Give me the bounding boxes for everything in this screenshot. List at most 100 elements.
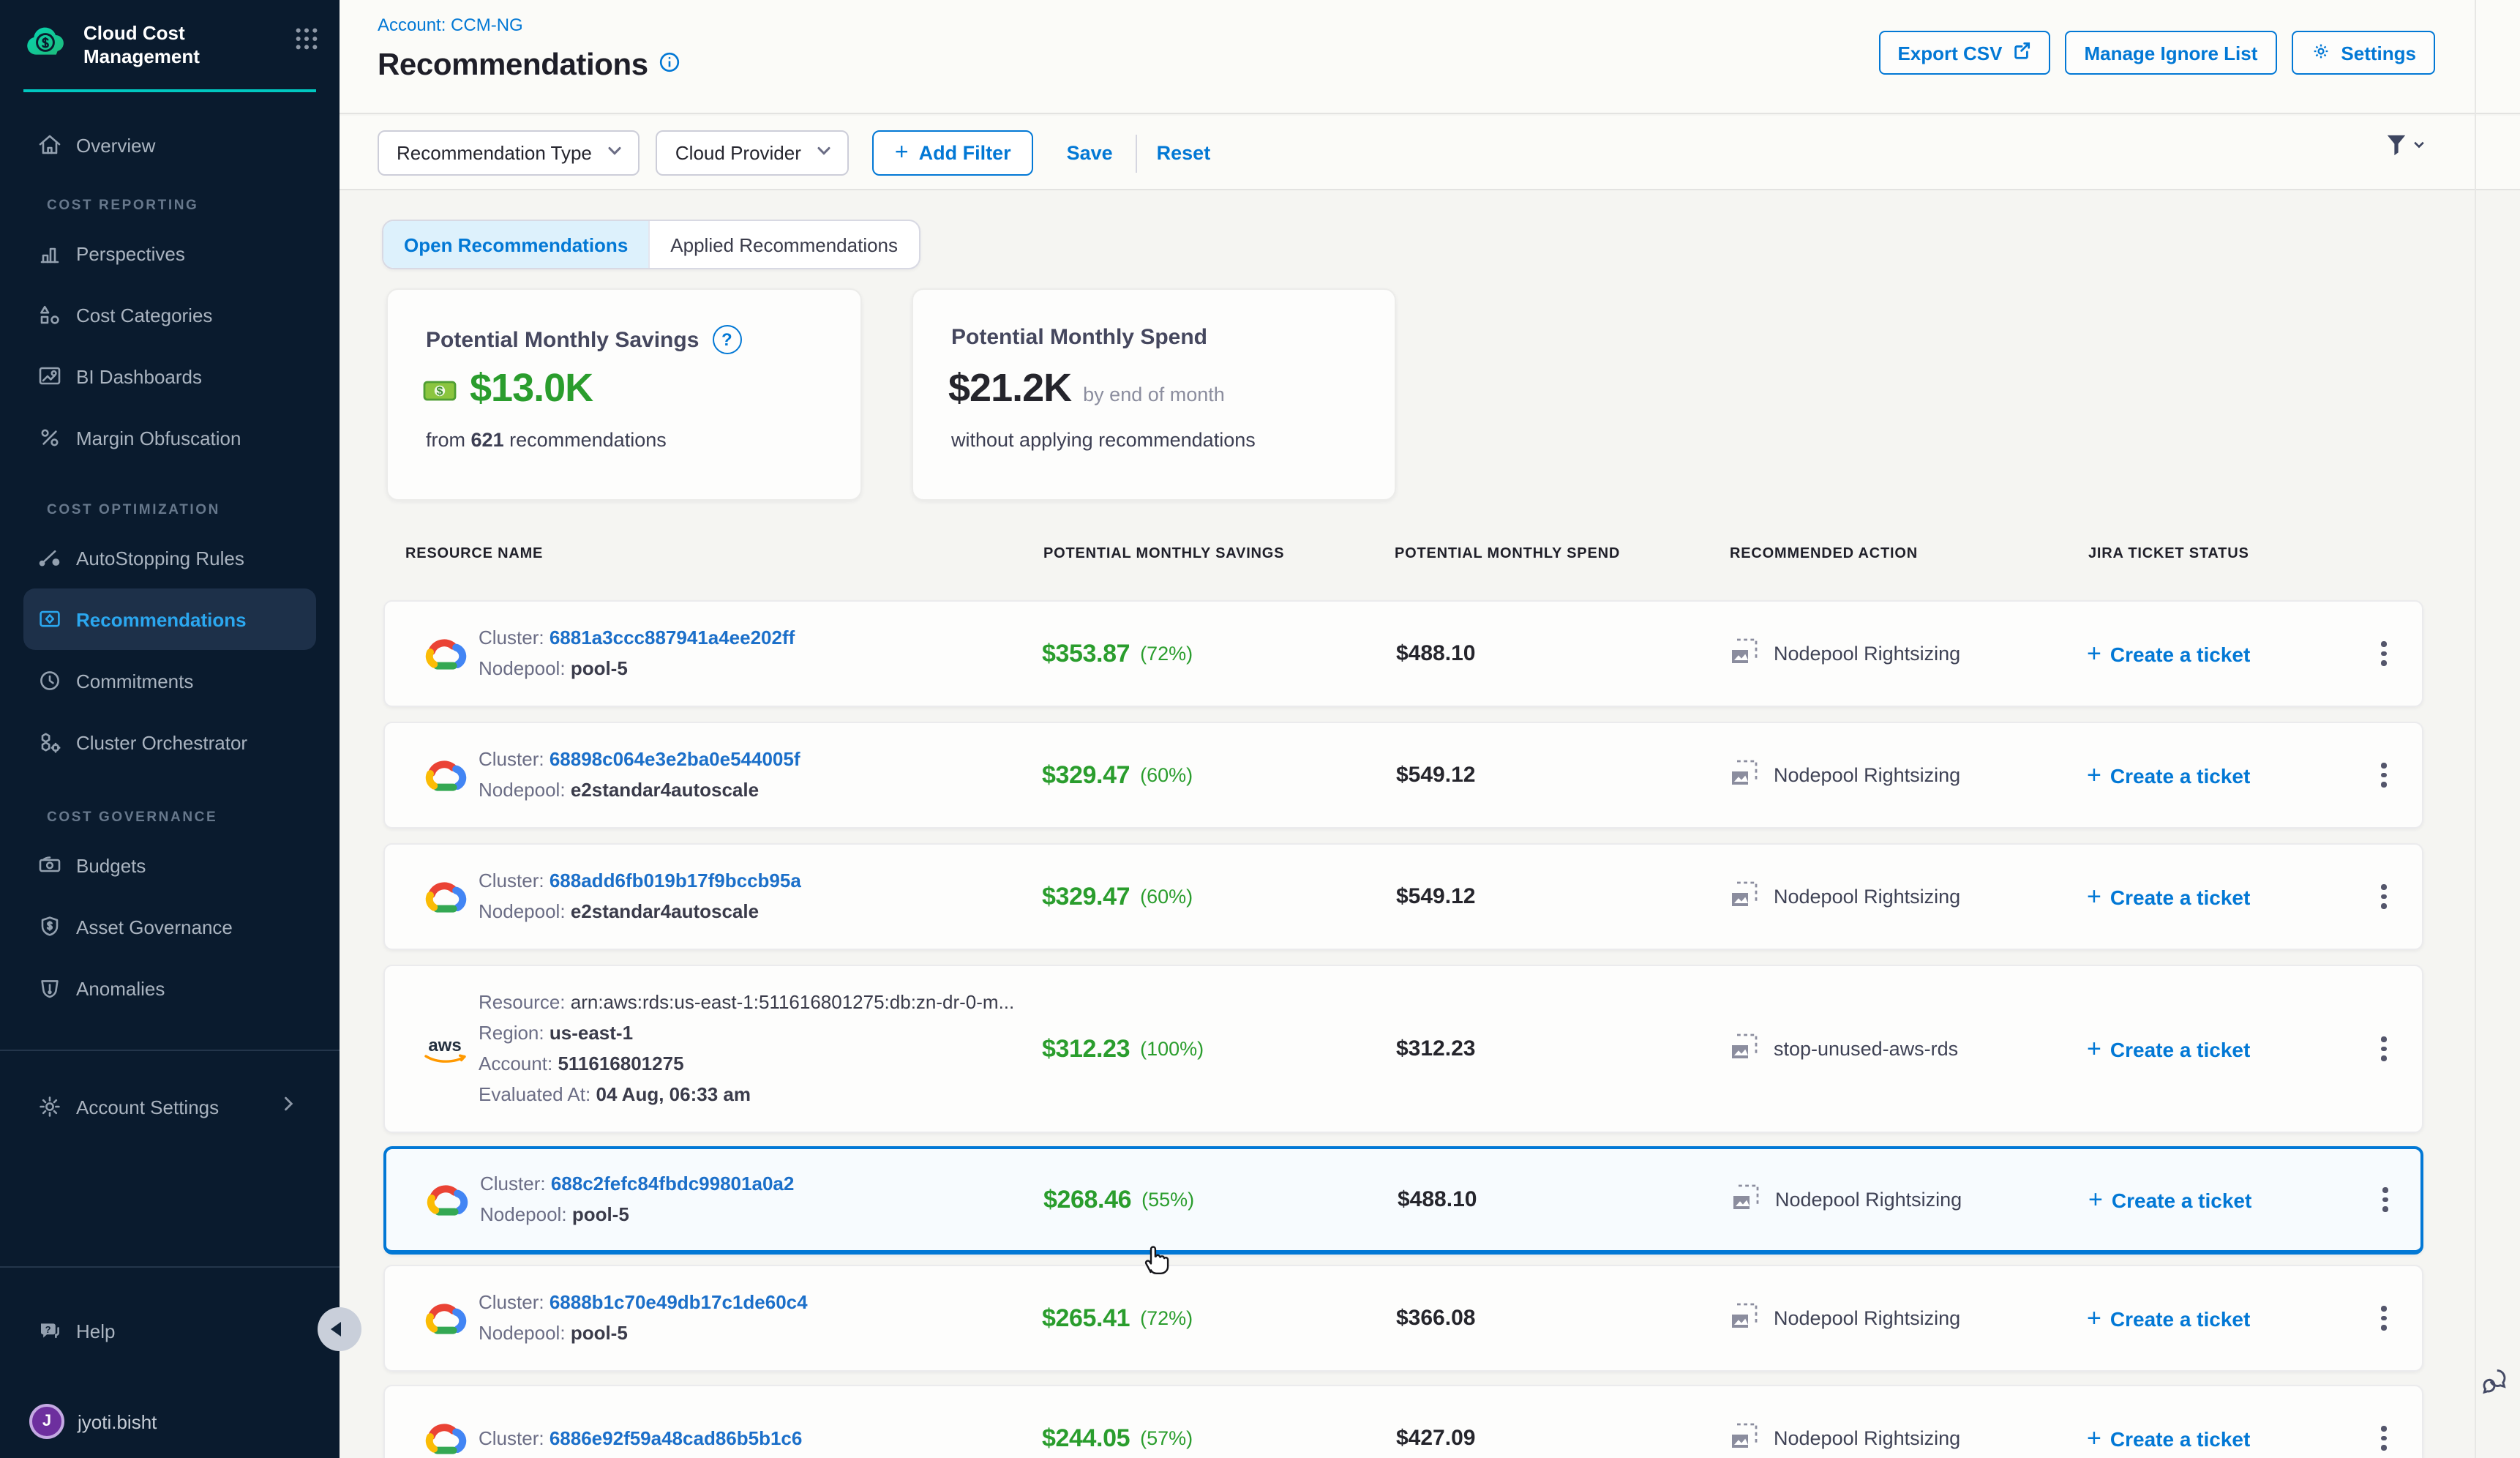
gcp-logo-icon <box>419 1266 471 1370</box>
rightsizing-icon <box>1728 1420 1760 1457</box>
resource-link[interactable]: 6888b1c70e49db17c1de60c4 <box>550 1291 808 1313</box>
potential-savings-value: $265.41(72%) <box>1042 1266 1193 1370</box>
sidebar-item-commitments[interactable]: Commitments <box>23 650 316 711</box>
recommendation-row[interactable]: Cluster: 6888b1c70e49db17c1de60c4Nodepoo… <box>383 1265 2423 1372</box>
home-icon <box>37 132 63 158</box>
plus-icon: + <box>895 140 909 166</box>
money-icon: $ <box>423 375 458 411</box>
sidebar-collapse-button[interactable] <box>318 1307 361 1351</box>
save-filter-link[interactable]: Save <box>1067 142 1113 164</box>
potential-spend-card: Potential Monthly Spend $21.2K by end of… <box>912 288 1396 501</box>
header-actions: Export CSV Manage Ignore List Settings <box>1878 31 2435 75</box>
row-menu-button[interactable] <box>2363 602 2404 706</box>
recommended-action: Nodepool Rightsizing <box>1728 1386 1960 1458</box>
sidebar-item-bi-dashboards[interactable]: BI Dashboards <box>23 345 316 407</box>
filter-dropdown-recommendation-type[interactable]: Recommendation Type <box>378 130 640 176</box>
info-icon[interactable] <box>659 51 680 81</box>
row-menu-button[interactable] <box>2363 1386 2404 1458</box>
recommendation-row[interactable]: awsResource: arn:aws:rds:us-east-1:51161… <box>383 965 2423 1133</box>
potential-savings-card: Potential Monthly Savings ? $ $13.0K fro… <box>386 288 862 501</box>
create-ticket-button[interactable]: +Create a ticket <box>2087 602 2250 706</box>
sidebar-item-autostopping-rules[interactable]: AutoStopping Rules <box>23 527 316 588</box>
create-ticket-button[interactable]: +Create a ticket <box>2087 845 2250 949</box>
create-ticket-button[interactable]: +Create a ticket <box>2087 1266 2250 1370</box>
sidebar-item-cluster-orchestrator[interactable]: Cluster Orchestrator <box>23 711 316 773</box>
recommendation-row[interactable]: Cluster: 68898c064e3e2ba0e544005fNodepoo… <box>383 722 2423 829</box>
resource-link[interactable]: 6886e92f59a48cad86b5b1c6 <box>550 1427 803 1448</box>
recommendation-row[interactable]: Cluster: 688c2fefc84fbdc99801a0a2Nodepoo… <box>383 1146 2423 1255</box>
app-logo-row: Cloud CostManagement <box>0 0 340 81</box>
create-ticket-button[interactable]: +Create a ticket <box>2087 1386 2250 1458</box>
create-ticket-button[interactable]: +Create a ticket <box>2088 1149 2251 1250</box>
user-name: jyoti.bisht <box>78 1410 157 1432</box>
gcp-logo-icon <box>419 602 471 706</box>
plus-icon: + <box>2087 1034 2101 1063</box>
row-menu-button[interactable] <box>2363 845 2404 949</box>
recommendation-row[interactable]: Cluster: 6886e92f59a48cad86b5b1c6$244.05… <box>383 1385 2423 1458</box>
shield-alert-icon <box>37 975 63 1001</box>
row-menu-button[interactable] <box>2363 723 2404 827</box>
potential-savings-value: $329.47(60%) <box>1042 723 1193 827</box>
sidebar-section-cost-governance: COST GOVERNANCE <box>0 802 340 834</box>
sidebar-item-help[interactable]: ? Help <box>23 1300 316 1361</box>
savings-amount: $13.0K <box>470 366 593 411</box>
gear-icon <box>37 1094 63 1120</box>
resource-link[interactable]: 688c2fefc84fbdc99801a0a2 <box>551 1173 795 1195</box>
sidebar-item-account-settings[interactable]: Account Settings <box>23 1076 316 1137</box>
sidebar-item-margin-obfuscation[interactable]: Margin Obfuscation <box>23 407 316 468</box>
gcp-logo-icon <box>419 1386 471 1458</box>
help-circle-icon[interactable]: ? <box>712 325 741 354</box>
recommendation-row[interactable]: Cluster: 688add6fb019b17f9bccb95aNodepoo… <box>383 843 2423 950</box>
sidebar-item-perspectives[interactable]: Perspectives <box>23 223 316 284</box>
page-header: Account: CCM-NG Recommendations Export C… <box>340 0 2520 114</box>
table-header: RESOURCE NAMEPOTENTIAL MONTHLY SAVINGSPO… <box>340 546 2520 575</box>
resource-link[interactable]: 688add6fb019b17f9bccb95a <box>550 870 801 891</box>
resource-link[interactable]: 68898c064e3e2ba0e544005f <box>550 748 800 770</box>
add-filter-button[interactable]: + Add Filter <box>873 130 1033 176</box>
row-menu-button[interactable] <box>2363 966 2404 1132</box>
support-chat-icon[interactable] <box>2479 1366 2511 1405</box>
column-header-recommended-action: RECOMMENDED ACTION <box>1730 546 1918 562</box>
resource-link[interactable]: 6881a3ccc887941a4ee202ff <box>550 627 795 648</box>
sidebar-item-asset-governance[interactable]: Asset Governance <box>23 896 316 957</box>
gcp-logo-icon <box>419 723 471 827</box>
divider <box>1136 134 1138 172</box>
row-menu-button[interactable] <box>2365 1149 2406 1250</box>
create-ticket-button[interactable]: +Create a ticket <box>2087 723 2250 827</box>
sidebar-item-budgets[interactable]: Budgets <box>23 834 316 896</box>
page-title: Recommendations <box>378 48 648 83</box>
funnel-icon <box>2385 133 2407 157</box>
filter-dropdown-cloud-provider[interactable]: Cloud Provider <box>656 130 850 176</box>
sidebar: Cloud CostManagement Overview COST REPORT… <box>0 0 340 1458</box>
manage-ignore-list-button[interactable]: Manage Ignore List <box>2065 31 2276 75</box>
potential-savings-value: $268.46(55%) <box>1043 1149 1194 1250</box>
user-menu[interactable]: J jyoti.bisht <box>23 1391 157 1452</box>
recommendation-row[interactable]: Cluster: 6881a3ccc887941a4ee202ffNodepoo… <box>383 600 2423 707</box>
divider <box>2475 0 2476 1458</box>
sidebar-item-cost-categories[interactable]: Cost Categories <box>23 284 316 345</box>
app-title: Cloud CostManagement <box>83 22 288 69</box>
create-ticket-button[interactable]: +Create a ticket <box>2087 966 2250 1132</box>
breadcrumb[interactable]: Account: CCM-NG <box>378 15 523 35</box>
resource-details: Cluster: 6888b1c70e49db17c1de60c4Nodepoo… <box>479 1266 808 1370</box>
tab-open-recommendations[interactable]: Open Recommendations <box>383 221 648 268</box>
savings-card-title: Potential Monthly Savings <box>426 327 699 352</box>
recommended-action: Nodepool Rightsizing <box>1730 1149 1962 1250</box>
reset-filter-link[interactable]: Reset <box>1157 142 1211 164</box>
autostopping-icon <box>37 545 63 571</box>
sidebar-section-cost-reporting: COST REPORTING <box>0 190 340 223</box>
potential-savings-value: $329.47(60%) <box>1042 845 1193 949</box>
module-grid-icon[interactable] <box>294 26 319 59</box>
gear-icon <box>2310 40 2330 65</box>
sidebar-item-recommendations[interactable]: Recommendations <box>23 588 316 650</box>
sidebar-item-overview[interactable]: Overview <box>23 117 316 173</box>
export-csv-button[interactable]: Export CSV <box>1878 31 2050 75</box>
sidebar-item-anomalies[interactable]: Anomalies <box>23 957 316 1019</box>
tab-applied-recommendations[interactable]: Applied Recommendations <box>648 221 918 268</box>
potential-spend-value: $427.09 <box>1396 1386 1475 1458</box>
recommended-action: Nodepool Rightsizing <box>1728 845 1960 949</box>
filter-panel-toggle[interactable] <box>2385 133 2426 157</box>
main-area: Account: CCM-NG Recommendations Export C… <box>340 0 2520 1458</box>
row-menu-button[interactable] <box>2363 1266 2404 1370</box>
settings-button[interactable]: Settings <box>2291 31 2435 75</box>
